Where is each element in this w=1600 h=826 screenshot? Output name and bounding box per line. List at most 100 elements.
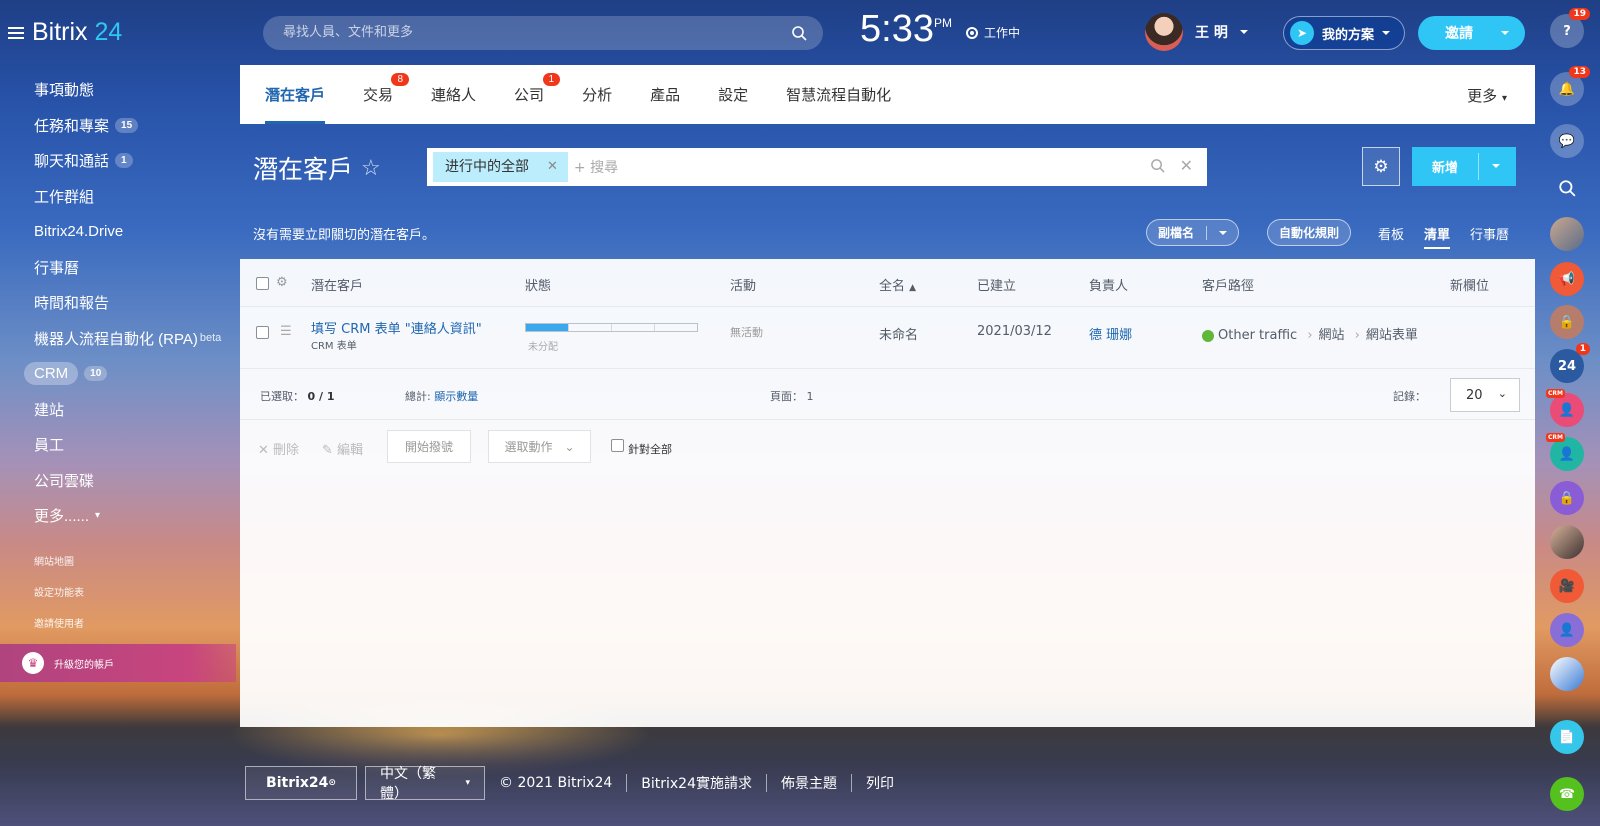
- col-new-field[interactable]: 新欄位: [1450, 275, 1489, 294]
- sidebar-item-calendar[interactable]: 行事曆: [34, 250, 221, 286]
- sidebar-item-chat[interactable]: 聊天和通話 1: [34, 143, 221, 179]
- progress-segment: [655, 324, 697, 331]
- document-icon[interactable]: 📄: [1550, 720, 1584, 754]
- records-per-page-select[interactable]: 20 ⌄: [1450, 378, 1520, 412]
- implementation-request-link[interactable]: Bitrix24實施請求: [641, 773, 752, 793]
- global-search-input[interactable]: 尋找人員、文件和更多: [263, 16, 823, 50]
- phone-icon[interactable]: ☎: [1550, 777, 1584, 811]
- sidebar-item-drive[interactable]: Bitrix24.Drive: [34, 214, 221, 250]
- col-fullname[interactable]: 全名 ▲: [879, 275, 916, 294]
- search-icon[interactable]: [1550, 171, 1584, 205]
- avatar[interactable]: [1550, 217, 1584, 251]
- col-path[interactable]: 客戶路徑: [1202, 275, 1254, 294]
- avatar[interactable]: [1550, 525, 1584, 559]
- tab-more[interactable]: 更多 ▾: [1467, 85, 1507, 106]
- col-activity[interactable]: 活動: [730, 275, 756, 294]
- language-select[interactable]: 中文（繁體） ▾: [365, 766, 485, 802]
- star-icon[interactable]: ☆: [361, 155, 381, 181]
- filter-input[interactable]: + 搜尋: [574, 157, 618, 177]
- view-calendar[interactable]: 行事曆: [1470, 224, 1509, 243]
- tab-contacts[interactable]: 連絡人: [431, 65, 476, 124]
- col-lead[interactable]: 潛在客戶: [311, 275, 363, 294]
- settings-button[interactable]: ⚙: [1362, 147, 1400, 186]
- sidebar-item-sites[interactable]: 建站: [34, 392, 221, 428]
- logo[interactable]: Bitrix 24: [8, 18, 122, 47]
- close-icon[interactable]: ✕: [547, 152, 558, 182]
- lead-title-link[interactable]: 填写 CRM 表单 "連絡人資訊": [311, 318, 482, 337]
- status-progress[interactable]: [525, 323, 698, 332]
- sidebar-item-employees[interactable]: 員工: [34, 427, 221, 463]
- table-row[interactable]: ☰ 填写 CRM 表单 "連絡人資訊" CRM 表单 未分配 無活動 未命名 2…: [240, 307, 1535, 369]
- tab-leads[interactable]: 潛在客戶: [265, 65, 326, 124]
- sidebar-item-crm[interactable]: CRM 10: [24, 356, 221, 392]
- bell-icon[interactable]: 🔔 13: [1550, 66, 1590, 106]
- view-kanban[interactable]: 看板: [1378, 224, 1404, 243]
- show-count-link[interactable]: 顯示數量: [434, 390, 478, 403]
- tab-companies[interactable]: 公司 1: [514, 65, 561, 124]
- user-menu[interactable]: 王 明: [1145, 13, 1248, 51]
- automation-rules-button[interactable]: 自動化規則: [1267, 219, 1352, 246]
- tab-automation[interactable]: 智慧流程自動化: [786, 65, 891, 124]
- filter-tag[interactable]: 进行中的全部 ✕: [433, 152, 568, 182]
- select-action-dropdown[interactable]: 選取動作 ⌄: [488, 430, 591, 463]
- tab-products[interactable]: 產品: [650, 65, 680, 124]
- tab-analytics[interactable]: 分析: [582, 65, 612, 124]
- sidebar-item-workgroups[interactable]: 工作群組: [34, 179, 221, 215]
- tab-settings[interactable]: 設定: [718, 65, 748, 124]
- sidebar-small-links: 網站地圖 設定功能表 邀請使用者: [34, 556, 84, 649]
- video-icon[interactable]: 🎥: [1550, 569, 1584, 603]
- chevron-down-icon: [1501, 31, 1509, 35]
- chat-icon[interactable]: 💬: [1550, 124, 1584, 158]
- sidebar-item-time[interactable]: 時間和報告: [34, 285, 221, 321]
- clear-icon[interactable]: ✕: [1180, 156, 1193, 175]
- clock[interactable]: 5:33PM: [860, 8, 952, 51]
- tab-deals[interactable]: 交易 8: [363, 65, 410, 124]
- edit-button[interactable]: ✎ 編輯: [322, 439, 363, 458]
- select-all-checkbox[interactable]: [256, 277, 269, 290]
- for-all-checkbox[interactable]: [611, 439, 624, 452]
- sidebar-item-tasks[interactable]: 任務和專案 15: [34, 108, 221, 144]
- user-icon[interactable]: 👤: [1550, 613, 1584, 647]
- my-plan-button[interactable]: ➤ 我的方案: [1283, 16, 1405, 50]
- sidebar-item-feed[interactable]: 事項動態: [34, 72, 221, 108]
- lock-icon[interactable]: 🔒: [1550, 305, 1584, 339]
- delete-button[interactable]: ✕ 刪除: [258, 439, 299, 458]
- extensions-button[interactable]: 副檔名: [1146, 219, 1240, 246]
- configure-menu-link[interactable]: 設定功能表: [34, 587, 84, 618]
- gear-icon[interactable]: ⚙: [276, 275, 288, 290]
- chevron-down-icon[interactable]: [1492, 164, 1500, 168]
- col-status[interactable]: 狀態: [525, 275, 551, 294]
- crm-user-icon[interactable]: CRM 👤: [1546, 389, 1584, 427]
- avatar[interactable]: [1550, 657, 1584, 691]
- bitrix24-icon[interactable]: 24 1: [1550, 343, 1590, 383]
- crm-user-icon[interactable]: CRM 👤: [1546, 433, 1584, 471]
- sidebar-item-more[interactable]: 更多...... ▾: [34, 498, 221, 534]
- lock-icon[interactable]: 🔒: [1550, 481, 1584, 515]
- activity-value[interactable]: 無活動: [730, 324, 763, 340]
- bitrix24-brand-button[interactable]: Bitrix24 ⊙: [245, 766, 357, 800]
- drag-handle-icon[interactable]: ☰: [280, 324, 292, 339]
- print-link[interactable]: 列印: [866, 773, 894, 793]
- add-button[interactable]: 新增: [1412, 147, 1516, 186]
- chevron-down-icon: [1239, 30, 1248, 34]
- col-created[interactable]: 已建立: [977, 275, 1016, 294]
- progress-segment: [526, 324, 569, 331]
- col-owner[interactable]: 負責人: [1089, 275, 1128, 294]
- upgrade-account-button[interactable]: ♛ 升級您的帳戶: [0, 644, 236, 682]
- work-status[interactable]: 工作中: [966, 24, 1020, 41]
- menu-icon[interactable]: [8, 26, 24, 39]
- help-icon[interactable]: ? 19: [1550, 8, 1590, 48]
- invite-button[interactable]: 邀請: [1418, 16, 1525, 50]
- sitemap-link[interactable]: 網站地圖: [34, 556, 84, 587]
- search-icon[interactable]: [1150, 158, 1165, 173]
- filter-search[interactable]: 进行中的全部 ✕ + 搜尋 ✕: [427, 148, 1207, 186]
- owner-link[interactable]: 德 珊娜: [1089, 324, 1132, 343]
- sidebar-item-company-drive[interactable]: 公司雲碟: [34, 463, 221, 499]
- start-dial-button[interactable]: 開始撥號: [387, 430, 471, 463]
- megaphone-icon[interactable]: 📢: [1550, 262, 1584, 296]
- view-list[interactable]: 清單: [1424, 224, 1451, 249]
- sidebar-item-rpa[interactable]: 機器人流程自動化 (RPA) beta: [34, 321, 221, 357]
- theme-link[interactable]: 佈景主題: [781, 773, 837, 793]
- row-checkbox[interactable]: [256, 326, 269, 339]
- search-icon[interactable]: [791, 25, 807, 41]
